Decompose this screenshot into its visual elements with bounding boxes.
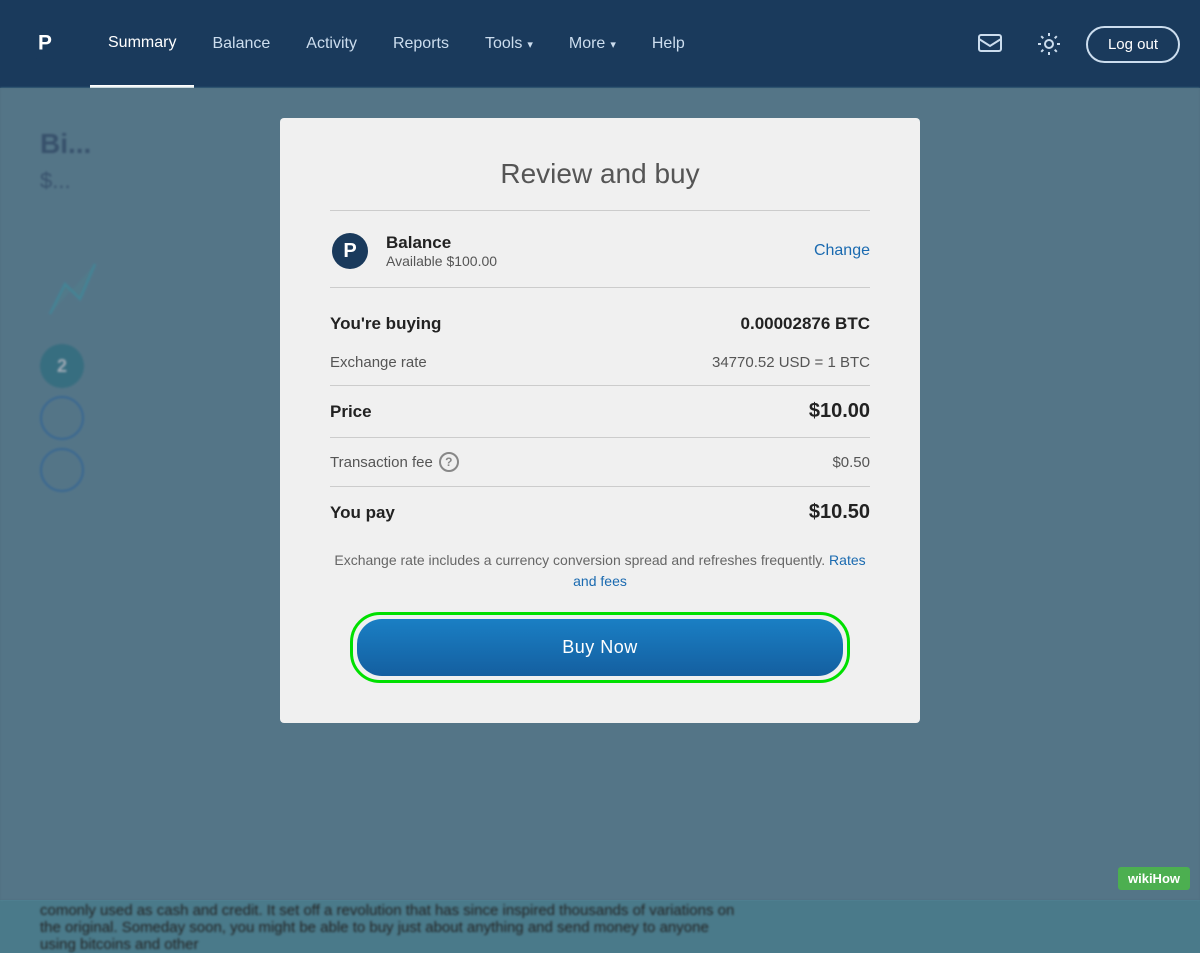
modal-overlay: Review and buy P Balance Available $100.…: [0, 88, 1200, 900]
modal-divider: [330, 210, 870, 211]
paypal-logo-small: P: [330, 231, 370, 271]
buy-now-button[interactable]: Buy Now: [357, 619, 843, 676]
you-buying-label: You're buying: [330, 314, 441, 334]
payment-label: Balance: [386, 233, 814, 253]
transaction-fee-label: Transaction fee ?: [330, 452, 459, 472]
exchange-rate-row: Exchange rate 34770.52 USD = 1 BTC: [330, 344, 870, 381]
payment-available: Available $100.00: [386, 253, 814, 269]
more-caret-icon: ▾: [610, 38, 616, 51]
you-pay-label: You pay: [330, 503, 395, 523]
tools-caret-icon: ▾: [527, 38, 533, 51]
nav-links: Summary Balance Activity Reports Tools ▾…: [90, 0, 968, 88]
footer-note: Exchange rate includes a currency conver…: [330, 550, 870, 592]
nav-right: Log out: [968, 22, 1180, 66]
svg-text:P: P: [343, 240, 356, 262]
buy-now-wrapper: Buy Now: [350, 612, 850, 683]
you-pay-row: You pay $10.50: [330, 491, 870, 534]
navbar: P Summary Balance Activity Reports Tools…: [0, 0, 1200, 88]
nav-tools[interactable]: Tools ▾: [467, 0, 551, 88]
price-row: Price $10.00: [330, 390, 870, 433]
nav-summary[interactable]: Summary: [90, 0, 194, 88]
nav-help[interactable]: Help: [634, 0, 703, 88]
nav-activity[interactable]: Activity: [288, 0, 375, 88]
you-pay-value: $10.50: [809, 501, 870, 524]
nav-more[interactable]: More ▾: [551, 0, 634, 88]
payment-method-row: P Balance Available $100.00 Change: [330, 231, 870, 288]
price-label: Price: [330, 402, 372, 422]
change-payment-link[interactable]: Change: [814, 242, 870, 260]
row-divider-3: [330, 486, 870, 487]
transaction-fee-value: $0.50: [832, 454, 870, 471]
logout-button[interactable]: Log out: [1086, 26, 1180, 63]
settings-icon[interactable]: [1027, 22, 1071, 66]
messages-icon[interactable]: [968, 22, 1012, 66]
nav-reports[interactable]: Reports: [375, 0, 467, 88]
row-divider-2: [330, 437, 870, 438]
nav-balance[interactable]: Balance: [194, 0, 288, 88]
transaction-fee-help-icon[interactable]: ?: [439, 452, 459, 472]
row-divider-1: [330, 385, 870, 386]
wikihow-badge: wikiHow: [1118, 867, 1190, 890]
you-buying-value: 0.00002876 BTC: [741, 314, 870, 334]
exchange-rate-value: 34770.52 USD = 1 BTC: [712, 354, 870, 371]
paypal-logo[interactable]: P: [20, 19, 70, 69]
svg-text:P: P: [38, 32, 52, 55]
you-buying-row: You're buying 0.00002876 BTC: [330, 304, 870, 344]
exchange-rate-label: Exchange rate: [330, 354, 427, 371]
review-buy-modal: Review and buy P Balance Available $100.…: [280, 118, 920, 723]
modal-title: Review and buy: [330, 158, 870, 190]
transaction-fee-row: Transaction fee ? $0.50: [330, 442, 870, 482]
bg-body-text: comonly used as cash and credit. It set …: [40, 902, 740, 953]
payment-info: Balance Available $100.00: [386, 233, 814, 269]
price-value: $10.00: [809, 400, 870, 423]
